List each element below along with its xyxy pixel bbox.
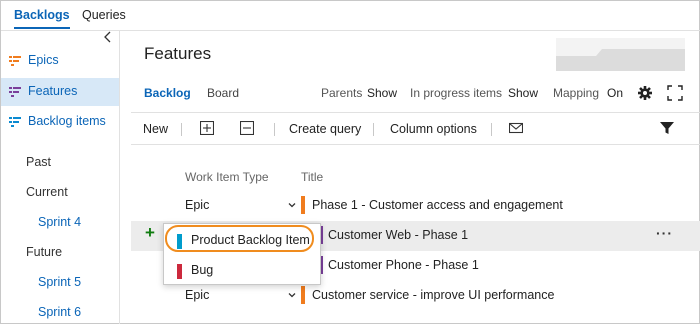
backlog-features-icon bbox=[9, 86, 21, 97]
backlog-epics-icon bbox=[9, 55, 21, 66]
sidebar-item-sprint-5[interactable]: Sprint 5 bbox=[38, 275, 81, 289]
chevron-down-icon[interactable] bbox=[287, 199, 297, 209]
mapping-option-value[interactable]: On bbox=[607, 86, 623, 100]
in-progress-option-label: In progress items bbox=[410, 86, 503, 100]
tab-board[interactable]: Board bbox=[207, 86, 239, 100]
new-button[interactable]: New bbox=[143, 122, 168, 136]
toolbar-divider bbox=[373, 123, 374, 136]
chevron-left-icon[interactable] bbox=[103, 31, 113, 46]
mapping-option-label: Mapping bbox=[553, 86, 600, 100]
work-item-type: Epic bbox=[185, 288, 210, 302]
backlog-toolbar: New Create query Column options bbox=[131, 112, 700, 145]
iteration-group-future[interactable]: Future bbox=[26, 245, 62, 259]
iteration-group-current[interactable]: Current bbox=[26, 185, 68, 199]
sidebar-item-epics[interactable]: Epics bbox=[1, 47, 119, 75]
sidebar-item-label: Features bbox=[28, 84, 78, 98]
fullscreen-icon[interactable] bbox=[667, 85, 683, 101]
sidebar-item-label: Backlog items bbox=[28, 114, 106, 128]
iteration-group-past[interactable]: Past bbox=[26, 155, 51, 169]
velocity-mini-chart[interactable] bbox=[556, 38, 685, 71]
work-item-title[interactable]: Phase 1 - Customer access and engagement bbox=[312, 198, 563, 212]
table-row[interactable]: Epic Customer service - improve UI perfo… bbox=[131, 281, 700, 311]
more-actions-icon[interactable]: ··· bbox=[656, 225, 673, 241]
sidebar-item-features[interactable]: Features bbox=[1, 78, 119, 106]
filter-icon[interactable] bbox=[660, 121, 674, 135]
highlight-callout bbox=[165, 225, 314, 252]
sidebar: Epics Features Backlog items Past Curren… bbox=[1, 31, 120, 324]
work-item-title[interactable]: Customer service - improve UI performanc… bbox=[312, 288, 554, 302]
menu-item-bug[interactable]: Bug bbox=[164, 256, 320, 284]
toolbar-divider bbox=[181, 123, 182, 136]
work-item-color-bar bbox=[301, 286, 305, 304]
collapse-all-icon[interactable] bbox=[239, 120, 255, 136]
backlog-items-icon bbox=[9, 116, 21, 127]
sidebar-item-label: Epics bbox=[28, 53, 59, 67]
gear-icon[interactable] bbox=[637, 85, 653, 101]
page-title: Features bbox=[144, 44, 212, 63]
column-options-button[interactable]: Column options bbox=[390, 122, 477, 136]
plus-icon[interactable]: + bbox=[145, 223, 155, 243]
tab-backlog[interactable]: Backlog bbox=[144, 86, 191, 100]
sidebar-item-backlog-items[interactable]: Backlog items bbox=[1, 108, 119, 136]
parents-option-label: Parents bbox=[321, 86, 363, 100]
tab-backlogs[interactable]: Backlogs bbox=[14, 8, 70, 29]
top-tab-bar: Backlogs Queries bbox=[1, 1, 700, 31]
work-item-title[interactable]: Customer Phone - Phase 1 bbox=[328, 258, 479, 272]
expand-all-icon[interactable] bbox=[199, 120, 215, 136]
create-query-button[interactable]: Create query bbox=[289, 122, 361, 136]
in-progress-option-value[interactable]: Show bbox=[508, 86, 538, 100]
work-item-title[interactable]: Customer Web - Phase 1 bbox=[328, 228, 468, 242]
tab-queries[interactable]: Queries bbox=[82, 8, 126, 22]
column-header-work-item-type[interactable]: Work Item Type bbox=[185, 170, 269, 184]
work-item-color-bar bbox=[301, 196, 305, 214]
sidebar-item-sprint-6[interactable]: Sprint 6 bbox=[38, 305, 81, 319]
work-item-type: Epic bbox=[185, 198, 210, 212]
column-header-title[interactable]: Title bbox=[301, 170, 323, 184]
toolbar-divider bbox=[491, 123, 492, 136]
work-item-color-swatch bbox=[177, 264, 182, 279]
sidebar-item-sprint-4[interactable]: Sprint 4 bbox=[38, 215, 81, 229]
parents-option-value[interactable]: Show bbox=[367, 86, 397, 100]
table-row[interactable]: Epic Phase 1 - Customer access and engag… bbox=[131, 191, 700, 221]
window-frame: Backlogs Queries Epics Features Backlog … bbox=[0, 0, 700, 324]
toolbar-divider bbox=[274, 123, 275, 136]
menu-item-label: Bug bbox=[191, 263, 214, 277]
email-icon[interactable] bbox=[508, 121, 524, 135]
chevron-down-icon[interactable] bbox=[287, 289, 297, 299]
